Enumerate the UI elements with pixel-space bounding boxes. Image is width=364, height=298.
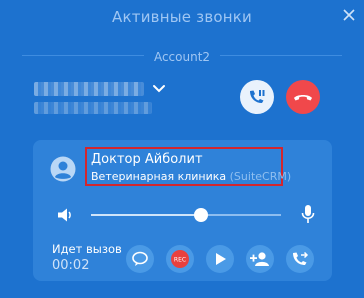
microphone-icon[interactable] <box>301 204 315 224</box>
add-participant-button[interactable] <box>246 245 274 273</box>
chat-bubble-icon <box>132 251 148 266</box>
record-label: REC <box>174 256 186 263</box>
chat-button[interactable] <box>126 245 154 273</box>
caller-number-redacted <box>34 82 144 96</box>
call-panel: Доктор Айболит Ветеринарная клиника (Sui… <box>33 140 332 281</box>
call-timer: 00:02 <box>52 258 90 273</box>
volume-slider-fill <box>91 214 202 216</box>
play-button[interactable] <box>206 245 234 273</box>
active-calls-window: Активные звонки Account2 Доктор Айболит <box>0 0 364 298</box>
call-status: Идет вызов <box>52 242 122 256</box>
hold-button[interactable] <box>240 80 274 114</box>
speaker-icon[interactable] <box>57 207 73 223</box>
account-section: Account2 <box>0 46 364 65</box>
person-icon <box>50 156 76 182</box>
hold-icon <box>250 90 265 103</box>
play-icon <box>216 253 226 265</box>
contact-organization-line: Ветеринарная клиника (SuiteCRM) <box>91 170 291 183</box>
hangup-button[interactable] <box>286 80 320 114</box>
volume-slider[interactable] <box>91 208 281 222</box>
transfer-button[interactable] <box>286 245 314 273</box>
transfer-call-icon <box>293 251 309 265</box>
add-user-icon <box>250 252 269 266</box>
hangup-icon <box>294 95 312 101</box>
chevron-down-icon[interactable] <box>152 84 166 94</box>
contact-name: Доктор Айболит <box>91 152 203 167</box>
contact-info: Доктор Айболит Ветеринарная клиника (Sui… <box>85 147 291 186</box>
close-icon[interactable] <box>342 8 356 22</box>
volume-slider-thumb[interactable] <box>194 208 209 222</box>
contact-source[interactable]: (SuiteCRM) <box>230 170 292 183</box>
account-label: Account2 <box>143 50 221 64</box>
record-icon: REC <box>171 250 189 268</box>
contact-organization: Ветеринарная клиника <box>91 170 227 183</box>
record-button[interactable]: REC <box>166 245 194 273</box>
window-title: Активные звонки <box>112 8 252 26</box>
caller-detail-redacted <box>34 102 152 114</box>
